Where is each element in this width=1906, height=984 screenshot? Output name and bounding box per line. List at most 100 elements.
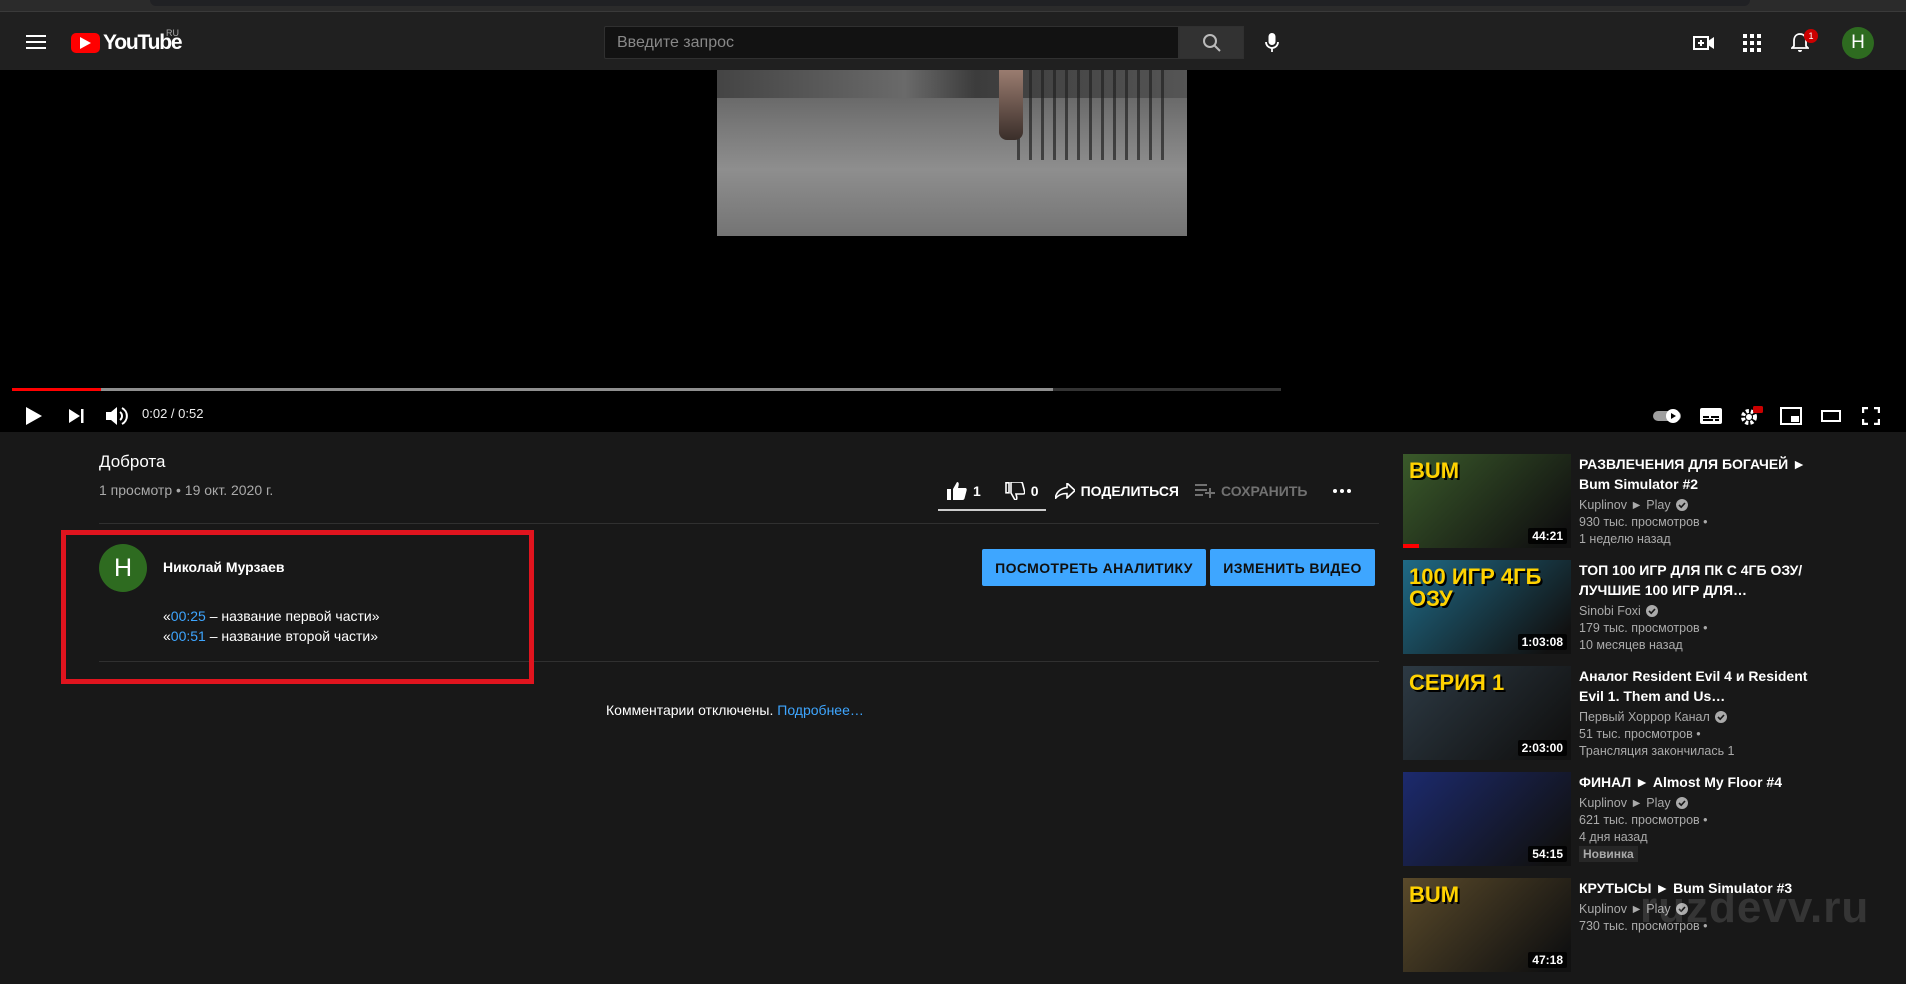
related-video-info: ФИНАЛ ► Almost My Floor #4 Kuplinov ► Pla…	[1579, 772, 1811, 863]
like-button[interactable]: 1	[939, 472, 989, 510]
video-duration: 2:03:00	[1517, 740, 1567, 756]
view-analytics-button[interactable]: ПОСМОТРЕТЬ АНАЛИТИКУ	[982, 549, 1206, 586]
related-video-age: 4 дня назад	[1579, 830, 1648, 844]
related-video-info: Аналог Resident Evil 4 и Resident Evil 1…	[1579, 666, 1811, 758]
edit-video-button[interactable]: ИЗМЕНИТЬ ВИДЕО	[1210, 549, 1375, 586]
related-video-age: Трансляция закончилась 1	[1579, 744, 1735, 758]
thumbnail-caption: СЕРИЯ 1	[1409, 670, 1505, 695]
dislike-count: 0	[1030, 483, 1039, 499]
annotation-highlight-box	[61, 530, 534, 684]
watermark: ruzdevv.ru	[1640, 883, 1870, 932]
video-thumbnail[interactable]: BUM 47:18	[1403, 878, 1571, 972]
verified-icon	[1675, 797, 1688, 809]
video-frame-person	[999, 70, 1023, 140]
browser-chrome	[0, 0, 1906, 12]
verified-icon	[1645, 605, 1658, 617]
fullscreen-icon[interactable]	[1853, 398, 1889, 434]
youtube-play-icon	[71, 33, 100, 53]
related-video-views: 621 тыс. просмотров •	[1579, 813, 1708, 827]
save-button[interactable]: СОХРАНИТЬ	[1187, 472, 1315, 510]
logo-country-code: RU	[166, 28, 179, 38]
related-video-info: ТОП 100 ИГР ДЛЯ ПК С 4ГБ ОЗУ/ ЛУЧШИЕ 100…	[1579, 560, 1811, 652]
create-video-icon[interactable]	[1690, 29, 1718, 57]
related-video-views: 930 тыс. просмотров •	[1579, 515, 1708, 529]
video-player[interactable]: 0:02 / 0:52	[0, 70, 1906, 432]
share-label: ПОДЕЛИТЬСЯ	[1080, 483, 1179, 499]
playlist-add-icon	[1195, 484, 1215, 498]
miniplayer-icon[interactable]	[1773, 398, 1809, 434]
top-bar: YouTube RU 1 Н	[0, 12, 1906, 70]
autoplay-toggle-icon[interactable]	[1650, 398, 1686, 434]
search-icon	[1202, 33, 1221, 52]
more-actions-icon[interactable]	[1325, 472, 1359, 510]
progress-loaded	[12, 388, 1053, 391]
thumbnail-caption: BUM	[1409, 458, 1460, 483]
channel-label: Kuplinov ► Play	[1579, 796, 1671, 810]
thumbs-down-icon	[1004, 482, 1025, 500]
channel-label: Sinobi Foxi	[1579, 604, 1641, 618]
related-video-item[interactable]: 54:15 ФИНАЛ ► Almost My Floor #4 Kuplinov …	[1403, 772, 1813, 878]
thumbnail-caption: 100 ИГР 4ГБ ОЗУ	[1409, 564, 1542, 611]
apps-grid-icon[interactable]	[1738, 29, 1766, 57]
subtitles-icon[interactable]	[1693, 398, 1729, 434]
verified-icon	[1675, 499, 1688, 511]
video-title: Доброта	[99, 452, 166, 471]
progress-bar[interactable]	[12, 388, 1281, 391]
related-video-age: 1 неделю назад	[1579, 532, 1671, 546]
related-video-title[interactable]: ТОП 100 ИГР ДЛЯ ПК С 4ГБ ОЗУ/ ЛУЧШИЕ 100…	[1579, 560, 1811, 600]
account-avatar[interactable]: Н	[1842, 27, 1874, 59]
related-video-title[interactable]: Аналог Resident Evil 4 и Resident Evil 1…	[1579, 666, 1811, 706]
like-ratio-bar	[938, 509, 1046, 511]
channel-label: Kuplinov ► Play	[1579, 498, 1671, 512]
next-icon[interactable]	[59, 398, 95, 434]
related-video-title[interactable]: ФИНАЛ ► Almost My Floor #4	[1579, 772, 1811, 792]
youtube-logo[interactable]: YouTube	[71, 31, 183, 54]
video-views-date: 1 просмотр • 19 окт. 2020 г.	[99, 482, 274, 498]
video-duration: 44:21	[1528, 528, 1567, 544]
volume-icon[interactable]	[99, 398, 135, 434]
related-video-item[interactable]: 100 ИГР 4ГБ ОЗУ 1:03:08 ТОП 100 ИГР ДЛЯ ПК…	[1403, 560, 1813, 666]
related-video-channel[interactable]: Первый Хоррор Канал	[1579, 710, 1811, 724]
play-icon[interactable]	[16, 398, 52, 434]
channel-label: Первый Хоррор Канал	[1579, 710, 1710, 724]
hamburger-menu-icon[interactable]	[20, 29, 52, 55]
mic-icon[interactable]	[1256, 27, 1288, 59]
related-video-views: 179 тыс. просмотров •	[1579, 621, 1708, 635]
comments-disabled-text: Комментарии отключены.	[606, 702, 778, 718]
thumbs-up-icon	[947, 482, 967, 500]
dislike-button[interactable]: 0	[997, 472, 1047, 510]
related-video-channel[interactable]: Sinobi Foxi	[1579, 604, 1811, 618]
browser-address-bar[interactable]	[150, 0, 1750, 6]
search-button[interactable]	[1179, 26, 1244, 59]
verified-icon	[1714, 711, 1727, 723]
related-video-item[interactable]: BUM 44:21 РАЗВЛЕЧЕНИЯ ДЛЯ БОГАЧЕЙ ► Bum Si…	[1403, 454, 1813, 560]
thumbnail-caption: BUM	[1409, 882, 1460, 907]
share-button[interactable]: ПОДЕЛИТЬСЯ	[1047, 472, 1187, 510]
related-video-info: РАЗВЛЕЧЕНИЯ ДЛЯ БОГАЧЕЙ ► Bum Simulator …	[1579, 454, 1811, 546]
related-video-title[interactable]: РАЗВЛЕЧЕНИЯ ДЛЯ БОГАЧЕЙ ► Bum Simulator …	[1579, 454, 1811, 494]
related-video-views: 51 тыс. просмотров •	[1579, 727, 1701, 741]
related-video-channel[interactable]: Kuplinov ► Play	[1579, 796, 1811, 810]
video-frame[interactable]	[717, 70, 1187, 236]
video-thumbnail[interactable]: BUM 44:21	[1403, 454, 1571, 548]
save-label: СОХРАНИТЬ	[1221, 483, 1308, 499]
new-badge: Новинка	[1579, 846, 1638, 862]
video-duration: 47:18	[1528, 952, 1567, 968]
video-thumbnail[interactable]: 54:15	[1403, 772, 1571, 866]
video-duration: 1:03:08	[1517, 634, 1567, 650]
search-box	[604, 26, 1179, 59]
like-count: 1	[973, 483, 981, 499]
learn-more-link[interactable]: Подробнее…	[777, 702, 864, 718]
related-video-channel[interactable]: Kuplinov ► Play	[1579, 498, 1811, 512]
divider	[99, 523, 1379, 524]
share-icon	[1054, 483, 1075, 499]
video-thumbnail[interactable]: СЕРИЯ 1 2:03:00	[1403, 666, 1571, 760]
settings-gear-icon[interactable]	[1733, 398, 1769, 434]
related-video-item[interactable]: СЕРИЯ 1 2:03:00 Аналог Resident Evil 4 и R…	[1403, 666, 1813, 772]
video-thumbnail[interactable]: 100 ИГР 4ГБ ОЗУ 1:03:08	[1403, 560, 1571, 654]
theater-mode-icon[interactable]	[1813, 398, 1849, 434]
comments-disabled-notice: Комментарии отключены. Подробнее…	[606, 702, 864, 718]
search-input[interactable]	[605, 27, 1178, 58]
video-duration: 54:15	[1528, 846, 1567, 862]
video-frame-fence	[1017, 70, 1167, 160]
